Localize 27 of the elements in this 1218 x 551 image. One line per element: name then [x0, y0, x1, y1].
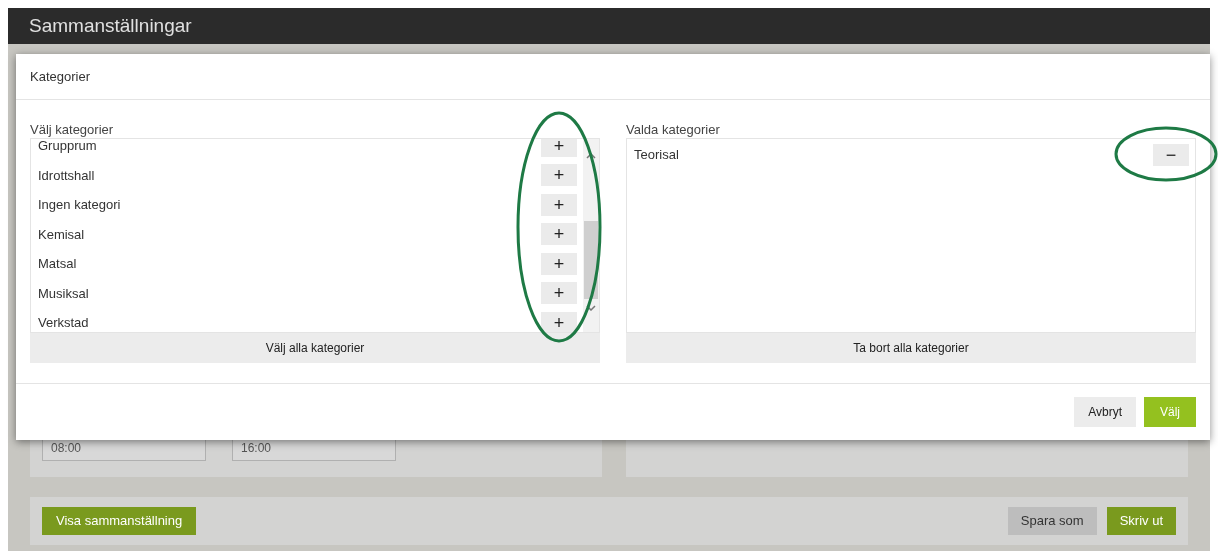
page-title: Sammanställningar — [29, 13, 192, 38]
category-name: Kemisal — [38, 225, 85, 244]
select-all-button[interactable]: Välj alla kategorier — [30, 333, 600, 363]
category-name: Grupprum — [38, 139, 97, 155]
dialog-title: Kategorier — [30, 67, 90, 86]
add-button[interactable]: + — [541, 223, 577, 246]
add-button[interactable]: + — [541, 282, 577, 305]
add-button[interactable]: + — [541, 193, 577, 216]
cancel-button[interactable]: Avbryt — [1074, 397, 1136, 427]
list-label: Välj kategorier — [30, 122, 115, 138]
category-name: Matsal — [38, 255, 77, 273]
remove-all-button[interactable]: Ta bort alla kategorier — [626, 333, 1196, 363]
add-button[interactable]: + — [541, 164, 577, 187]
category-name: Verkstad — [38, 314, 89, 332]
category-name: Musiksal — [38, 284, 89, 303]
save-as-button[interactable]: Spara som — [1007, 507, 1097, 535]
add-button[interactable]: + — [541, 252, 577, 275]
add-button[interactable]: + — [541, 139, 577, 157]
scroll-down-icon[interactable] — [586, 305, 596, 311]
add-button[interactable]: + — [541, 311, 577, 332]
category-name: Idrottshall — [38, 166, 95, 185]
scroll-up-icon[interactable] — [586, 153, 596, 159]
list-label: Valda kategorier — [626, 122, 721, 138]
scroll-thumb[interactable] — [584, 221, 598, 299]
category-name: Teorisal — [634, 146, 679, 164]
remove-button[interactable]: − — [1153, 143, 1189, 166]
category-name: Ingen kategori — [38, 196, 121, 214]
